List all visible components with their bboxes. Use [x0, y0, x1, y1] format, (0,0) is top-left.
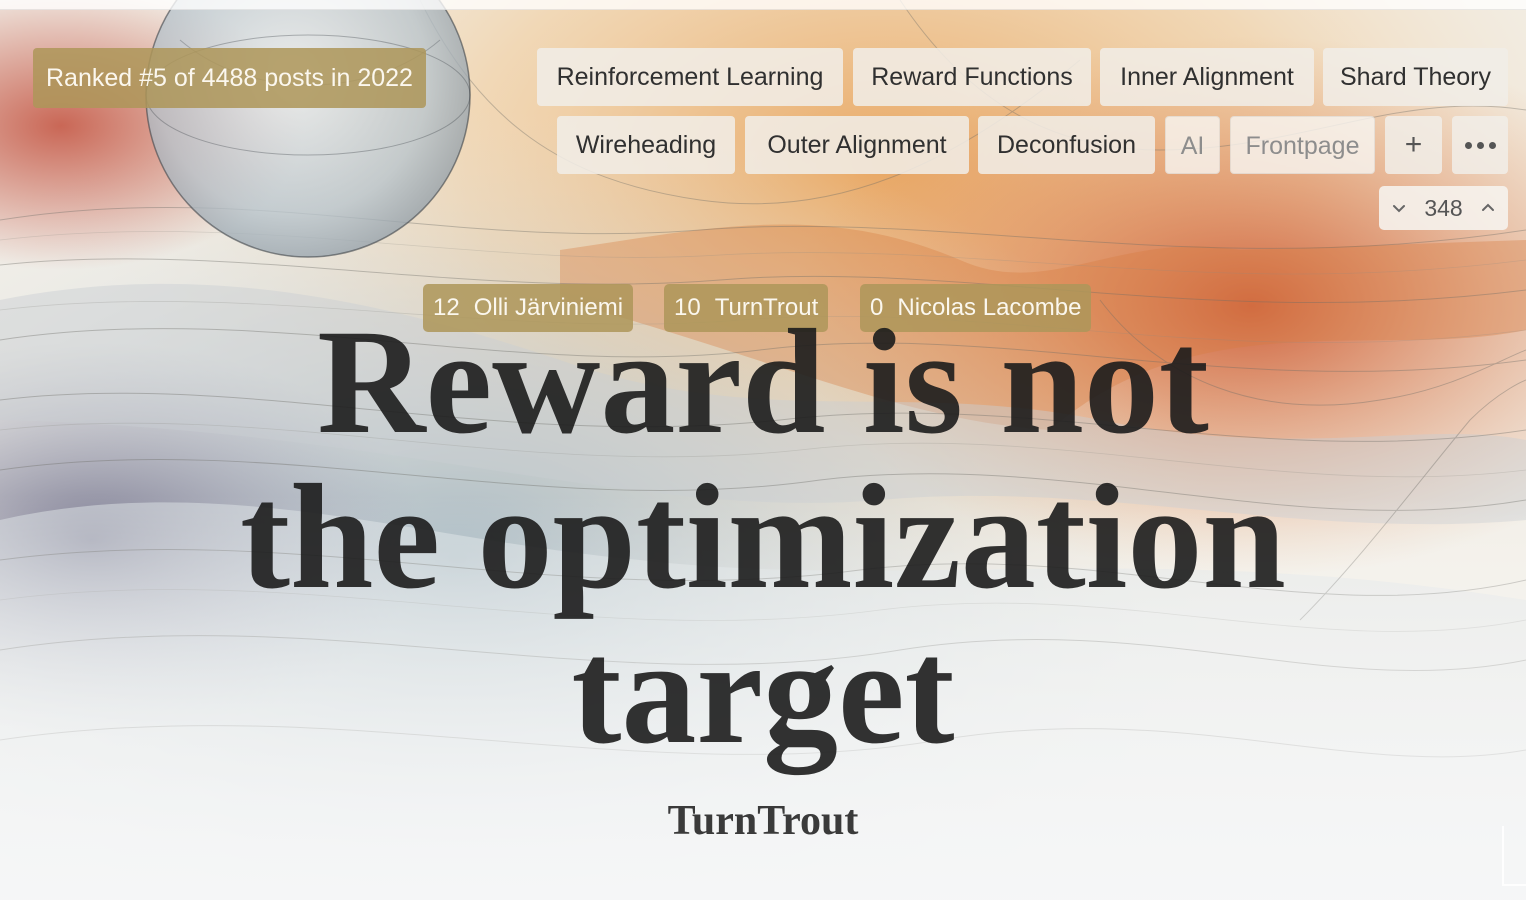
tag-wireheading[interactable]: Wireheading [557, 116, 735, 174]
tag-deconfusion[interactable]: Deconfusion [978, 116, 1155, 174]
chevron-up-icon[interactable] [1478, 198, 1498, 218]
tag-inner-alignment[interactable]: Inner Alignment [1100, 48, 1314, 106]
post-header: Ranked #5 of 4488 posts in 2022 Reinforc… [0, 0, 1526, 900]
vote-widget: 348 [1379, 186, 1508, 230]
tag-ai[interactable]: AI [1165, 116, 1220, 174]
chevron-down-icon[interactable] [1389, 198, 1409, 218]
post-title: Reward is not the optimization target [100, 305, 1426, 770]
tag-reward-functions[interactable]: Reward Functions [853, 48, 1091, 106]
ranking-badge[interactable]: Ranked #5 of 4488 posts in 2022 [33, 48, 426, 108]
tag-outer-alignment[interactable]: Outer Alignment [745, 116, 969, 174]
top-border [0, 0, 1526, 10]
add-tag-button[interactable]: + [1385, 116, 1442, 174]
tag-shard-theory[interactable]: Shard Theory [1323, 48, 1508, 106]
tag-frontpage[interactable]: Frontpage [1230, 116, 1375, 174]
vote-score: 348 [1424, 194, 1463, 221]
post-title-line-1: Reward is not [317, 299, 1209, 465]
post-title-line-2: the optimization [240, 454, 1286, 620]
post-author: TurnTrout [0, 797, 1526, 845]
corner-mark [1502, 826, 1526, 886]
post-title-line-3: target [571, 609, 955, 775]
author-link[interactable]: TurnTrout [668, 798, 859, 844]
tag-reinforcement-learning[interactable]: Reinforcement Learning [537, 48, 843, 106]
ellipsis-icon[interactable] [1452, 116, 1508, 174]
